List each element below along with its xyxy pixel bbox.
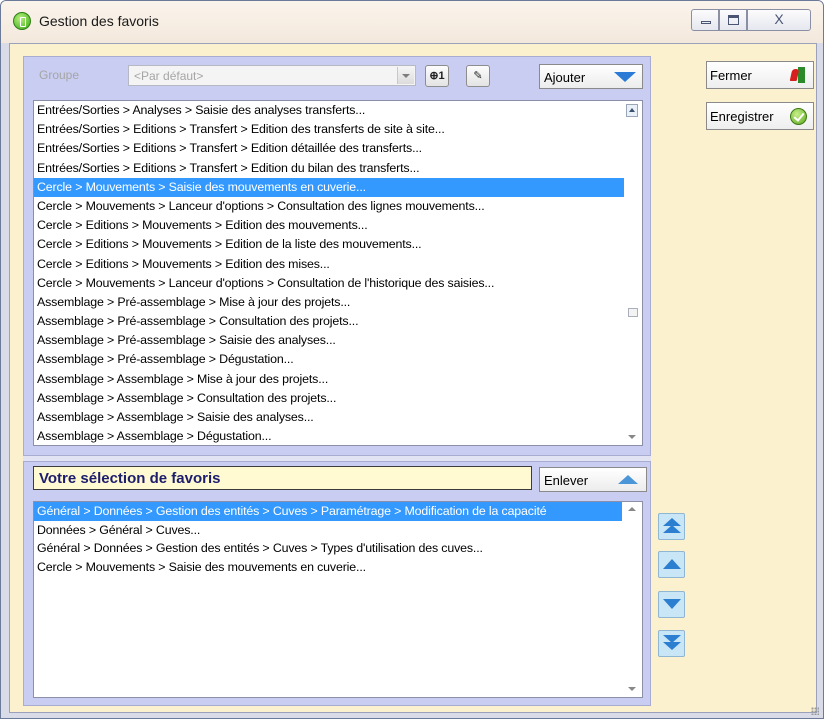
exit-door-icon [789,66,807,84]
chevron-down-icon[interactable] [397,67,414,84]
window-title: Gestion des favoris [39,13,159,29]
groupe-select[interactable]: <Par défaut> [128,65,416,86]
selection-title: Votre sélection de favoris [39,470,221,487]
list-item[interactable]: Entrées/Sorties > Editions > Transfert >… [34,139,625,158]
fermer-label: Fermer [710,68,752,83]
scroll-up-icon[interactable] [626,104,638,117]
available-favorites-list[interactable]: Entrées/Sorties > Analyses > Saisie des … [33,100,643,446]
scroll-thumb[interactable] [628,308,638,317]
scroll-up-icon[interactable] [628,507,636,511]
selected-favorites-list[interactable]: Général > Données > Gestion des entités … [33,501,643,698]
checkmark-icon [790,108,807,125]
resize-grip-icon[interactable] [811,707,819,715]
list-item[interactable]: Assemblage > Assemblage > Saisie des ana… [34,408,625,427]
close-icon: X [774,11,784,27]
selected-rows: Général > Données > Gestion des entités … [34,502,642,576]
list-item[interactable]: Général > Données > Gestion des entités … [34,539,622,558]
list-item[interactable]: Cercle > Editions > Mouvements > Edition… [34,216,625,235]
list-item[interactable]: Assemblage > Pré-assemblage > Consultati… [34,312,625,331]
groupe-select-value: <Par défaut> [134,69,204,83]
list-item[interactable]: Entrées/Sorties > Editions > Transfert >… [34,159,625,178]
groupe-label: Groupe [39,68,80,82]
enlever-label: Enlever [544,473,589,488]
move-to-top-icon[interactable] [658,513,685,540]
enlever-button[interactable]: Enlever [539,467,647,492]
list-item[interactable]: Cercle > Mouvements > Saisie des mouveme… [34,558,622,577]
ajouter-label: Ajouter [544,70,586,85]
list-item[interactable]: Assemblage > Pré-assemblage > Saisie des… [34,331,625,350]
list-item[interactable]: Données > Général > Cuves... [34,521,622,540]
vertical-scrollbar[interactable] [624,101,642,445]
fermer-button[interactable]: Fermer [706,61,814,89]
list-item[interactable]: Entrées/Sorties > Editions > Transfert >… [34,120,625,139]
list-item[interactable]: Cercle > Editions > Mouvements > Edition… [34,255,625,274]
add-group-button[interactable]: ⊕1 [425,65,449,87]
enregistrer-button[interactable]: Enregistrer [706,102,814,130]
list-item[interactable]: Cercle > Mouvements > Saisie des mouveme… [34,177,625,197]
list-item[interactable]: Assemblage > Pré-assemblage > Dégustatio… [34,350,625,369]
scroll-down-icon[interactable] [628,687,636,691]
minimize-button[interactable] [691,9,719,31]
list-item[interactable]: Général > Données > Gestion des entités … [34,502,622,521]
selection-scrollbar[interactable] [624,502,642,697]
arrow-up-icon [618,475,638,484]
available-rows: Entrées/Sorties > Analyses > Saisie des … [34,101,642,445]
list-item[interactable]: Cercle > Editions > Mouvements > Edition… [34,235,625,254]
maximize-button[interactable] [719,9,747,31]
arrow-down-icon [614,72,636,82]
ajouter-button[interactable]: Ajouter [539,64,643,89]
move-up-icon[interactable] [658,551,685,578]
scroll-down-icon[interactable] [628,435,636,439]
move-down-icon[interactable] [658,591,685,618]
list-item[interactable]: Assemblage > Assemblage > Mise à jour de… [34,370,625,389]
enregistrer-label: Enregistrer [710,109,774,124]
title-bar[interactable]: Gestion des favoris X [1,1,823,43]
selection-title-box: Votre sélection de favoris [33,466,532,490]
list-item[interactable]: Assemblage > Assemblage > Consultation d… [34,389,625,408]
list-item[interactable]: Cercle > Mouvements > Lanceur d'options … [34,197,625,216]
move-to-bottom-icon[interactable] [658,630,685,657]
favorites-window: Gestion des favoris X Groupe <Par défaut… [0,0,824,719]
list-item[interactable]: Assemblage > Assemblage > Dégustation... [34,427,625,445]
edit-group-button[interactable]: ✎ [466,65,490,87]
list-item[interactable]: Assemblage > Pré-assemblage > Mise à jou… [34,293,625,312]
close-button[interactable]: X [747,9,811,31]
list-item[interactable]: Entrées/Sorties > Analyses > Saisie des … [34,101,625,120]
list-item[interactable]: Cercle > Mouvements > Lanceur d'options … [34,274,625,293]
app-icon [13,12,31,30]
